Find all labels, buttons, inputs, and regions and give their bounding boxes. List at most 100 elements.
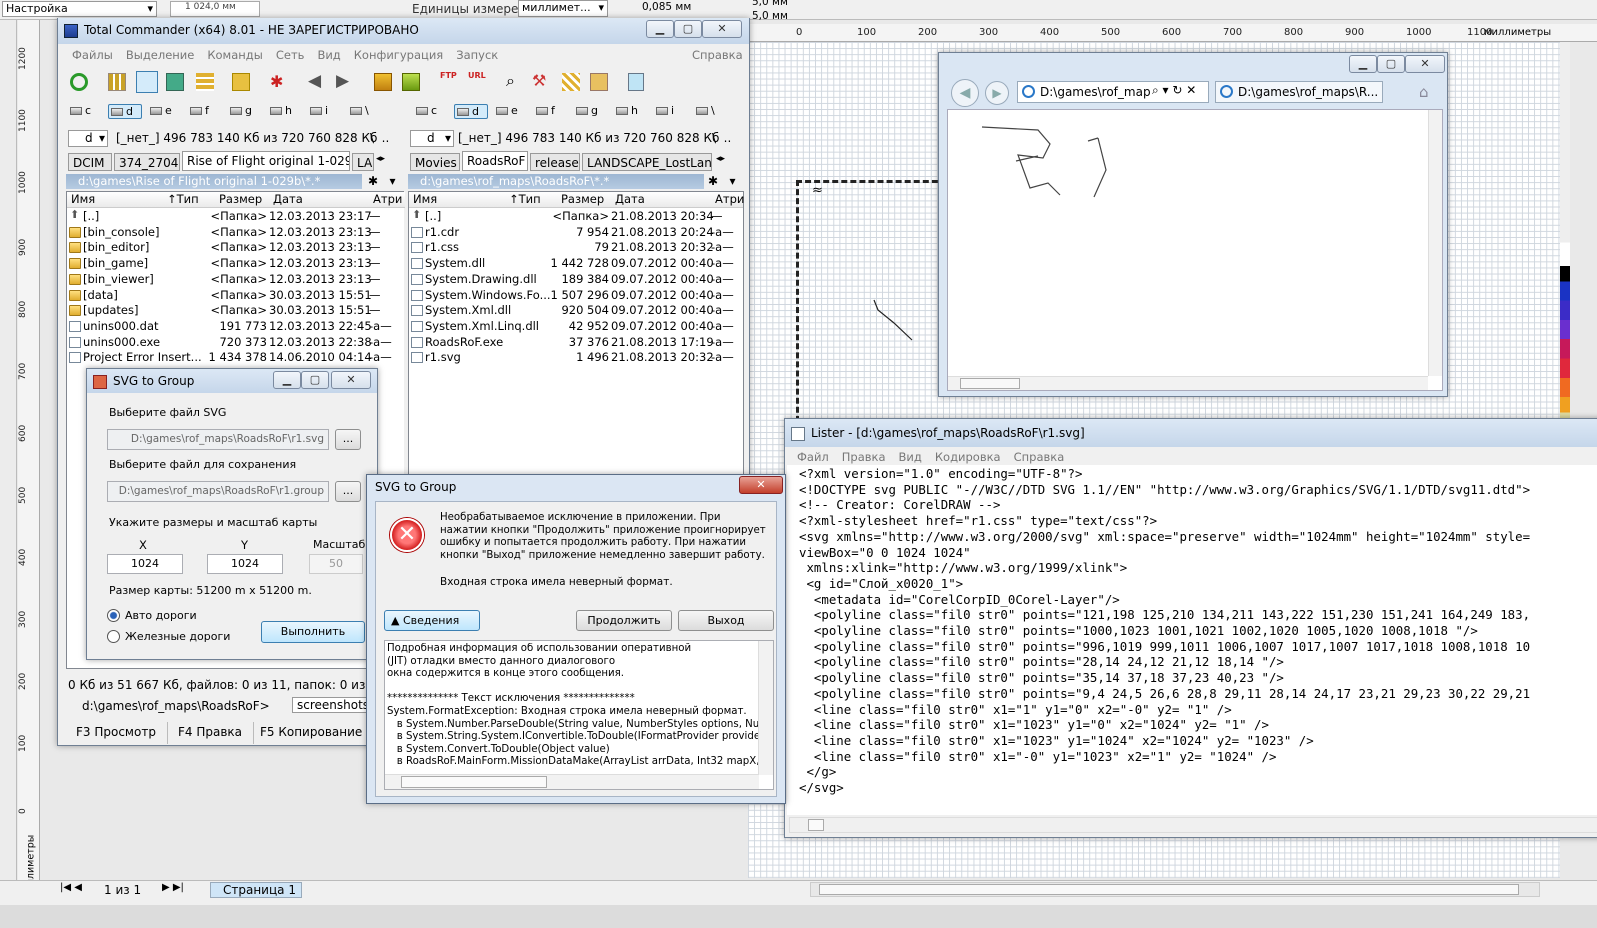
address-tab-2[interactable]: D:\games\rof_maps\R... (1215, 81, 1383, 103)
path-right-star[interactable]: ✱ ▾ (708, 174, 736, 188)
page-nav-first[interactable]: |◀ ◀ (60, 882, 82, 893)
cmdline-input[interactable]: screenshots (292, 697, 372, 713)
tab-right-2[interactable]: release (530, 153, 580, 171)
drive-button-i[interactable]: i (308, 104, 338, 119)
menu-item[interactable]: Вид (317, 48, 340, 62)
y-input[interactable]: 1024 (207, 554, 283, 574)
h-scrollbar[interactable] (789, 817, 1597, 833)
menu-item[interactable]: Вид (899, 450, 922, 464)
menu-item[interactable]: Конфигурация (354, 48, 443, 62)
refresh-icon[interactable] (70, 73, 88, 91)
col-name[interactable]: Имя (413, 192, 437, 206)
drive-button-i[interactable]: i (654, 104, 684, 119)
search-icon[interactable]: ⌕ ▾ ↻ ✕ (1152, 83, 1196, 98)
h-scrollbar[interactable] (948, 376, 1428, 390)
file-row[interactable]: unins000.dat 191 773 12.03.2013 22:45 -a— (67, 319, 405, 335)
menu-item[interactable]: Выделение (126, 48, 195, 62)
drive-button-g[interactable]: g (574, 104, 604, 119)
pack-icon[interactable] (374, 73, 392, 91)
file-row[interactable]: r1.cdr 7 954 21.08.2013 20:24 -a— (409, 225, 743, 241)
address-tab-1[interactable]: D:\games\rof_map ⌕ ▾ ↻ ✕ (1017, 81, 1209, 103)
details-box[interactable]: Подробная информация об использовании оп… (384, 640, 774, 790)
h-scrollbar[interactable] (810, 882, 1540, 897)
menu-item[interactable]: Запуск (456, 48, 498, 62)
scroll-thumb[interactable] (808, 819, 824, 831)
close-button[interactable]: ✕ (331, 371, 371, 389)
file-row[interactable]: System.Xml.Linq.dll 42 952 09.07.2012 00:4… (409, 319, 743, 335)
drive-button-root[interactable]: \ (694, 104, 724, 119)
drive-select-right[interactable]: d ▾ (410, 130, 454, 147)
root-button-right[interactable]: \ .. (712, 131, 731, 145)
back-icon[interactable]: ◀ (308, 71, 321, 91)
drive-button-h[interactable]: h (268, 104, 298, 119)
browse-save-button[interactable]: ... (335, 481, 361, 502)
scale-input[interactable]: 50 (309, 554, 363, 574)
sync-icon[interactable] (562, 73, 580, 91)
drive-button-e[interactable]: e (494, 104, 524, 119)
fkey-f5[interactable]: F5 Копирование (254, 722, 364, 744)
drive-button-c[interactable]: c (68, 104, 98, 119)
back-button[interactable]: ◀ (951, 79, 979, 107)
units-select[interactable]: миллимет... ▾ (518, 0, 608, 17)
tab-left-0[interactable]: DCIM (68, 153, 112, 171)
file-row[interactable]: ⬆ [..] <Папка> 21.08.2013 20:34— (409, 209, 743, 225)
full-view-icon[interactable] (136, 71, 158, 93)
drive-button-d[interactable]: d (108, 104, 142, 119)
brief-view-icon[interactable] (108, 73, 126, 91)
rename-icon[interactable]: ⚒ (532, 71, 546, 90)
page-nav-last[interactable]: ▶ ▶| (162, 882, 184, 893)
close-button[interactable]: ✕ (739, 476, 783, 494)
nudge-field[interactable]: 0,085 мм (642, 1, 691, 13)
path-left[interactable]: d:\games\Rise of Flight original 1-029b\… (66, 174, 362, 189)
scroll-thumb[interactable] (819, 884, 1519, 895)
details-button[interactable]: ▲ Сведения (384, 610, 480, 631)
col-name[interactable]: Имя (71, 192, 95, 206)
size-field[interactable]: 1 024,0 мм (170, 1, 260, 17)
col-attr[interactable]: Атри (373, 192, 402, 206)
radio-auto[interactable] (107, 609, 120, 622)
maximize-button[interactable]: ▢ (1377, 55, 1405, 73)
file-row[interactable]: RoadsRoF.exe 37 376 21.08.2013 17:19 -a— (409, 335, 743, 351)
run-button[interactable]: Выполнить (261, 621, 365, 643)
file-row[interactable]: System.Drawing.dll 189 384 09.07.2012 00:4… (409, 272, 743, 288)
drive-button-e[interactable]: e (148, 104, 178, 119)
forward-icon[interactable]: ▶ (336, 71, 349, 91)
col-attr[interactable]: Атри (715, 192, 744, 206)
path-right[interactable]: d:\games\rof_maps\RoadsRoF\*.* (408, 174, 704, 189)
search-icon[interactable]: ⌕ (506, 71, 515, 91)
color-palette[interactable] (1560, 42, 1570, 428)
col-type[interactable]: ↑Тип (509, 192, 541, 206)
select-icon[interactable]: ✱ (270, 72, 283, 91)
tab-scroll[interactable]: ◂▸ (716, 154, 725, 164)
menu-item[interactable]: Файлы (72, 48, 113, 62)
ftp-icon[interactable]: FTP (440, 71, 457, 80)
drive-button-root[interactable]: \ (348, 104, 378, 119)
lister-content[interactable]: <?xml version="1.0" encoding="UTF-8"?> <!… (787, 465, 1597, 815)
file-row[interactable]: Project Error Insert... 1 434 378 14.06.20… (67, 350, 405, 366)
tab-left-3[interactable]: LA (352, 153, 374, 171)
tab-scroll[interactable]: ◂▸ (376, 154, 385, 164)
x-input[interactable]: 1024 (107, 554, 183, 574)
menu-item[interactable]: Справка (1014, 450, 1065, 464)
url-icon[interactable]: URL (468, 71, 486, 80)
file-row[interactable]: r1.svg 1 496 21.08.2013 20:32 -a— (409, 350, 743, 366)
file-row[interactable]: System.Xml.dll 920 504 09.07.2012 00:40 -a— (409, 303, 743, 319)
scroll-thumb[interactable] (960, 378, 1020, 389)
preset-select[interactable]: Настройка ▾ (2, 1, 157, 17)
dup-y-field[interactable]: 5,0 мм (752, 10, 788, 22)
save-path-field[interactable]: D:\games\rof_maps\RoadsRoF\r1.group (107, 481, 329, 502)
col-size[interactable]: Размер (219, 192, 262, 206)
forward-button[interactable]: ▶ (985, 81, 1009, 105)
unpack-icon[interactable] (402, 73, 420, 91)
file-row[interactable]: [bin_game] <Папка> 12.03.2013 23:13— (67, 256, 405, 272)
col-size[interactable]: Размер (561, 192, 604, 206)
continue-button[interactable]: Продолжить (576, 610, 672, 631)
file-row[interactable]: [updates] <Папка> 30.03.2013 15:51— (67, 303, 405, 319)
tab-right-3[interactable]: LANDSCAPE_LostLan (582, 153, 712, 171)
menu-item[interactable]: Команды (207, 48, 262, 62)
drive-button-g[interactable]: g (228, 104, 258, 119)
file-row[interactable]: System.dll 1 442 728 09.07.2012 00:40 -a— (409, 256, 743, 272)
file-row[interactable]: System.Windows.Fo... 1 507 296 09.07.2012 … (409, 288, 743, 304)
tab-right-1[interactable]: RoadsRoF (462, 151, 528, 171)
tab-right-0[interactable]: Movies (410, 153, 460, 171)
